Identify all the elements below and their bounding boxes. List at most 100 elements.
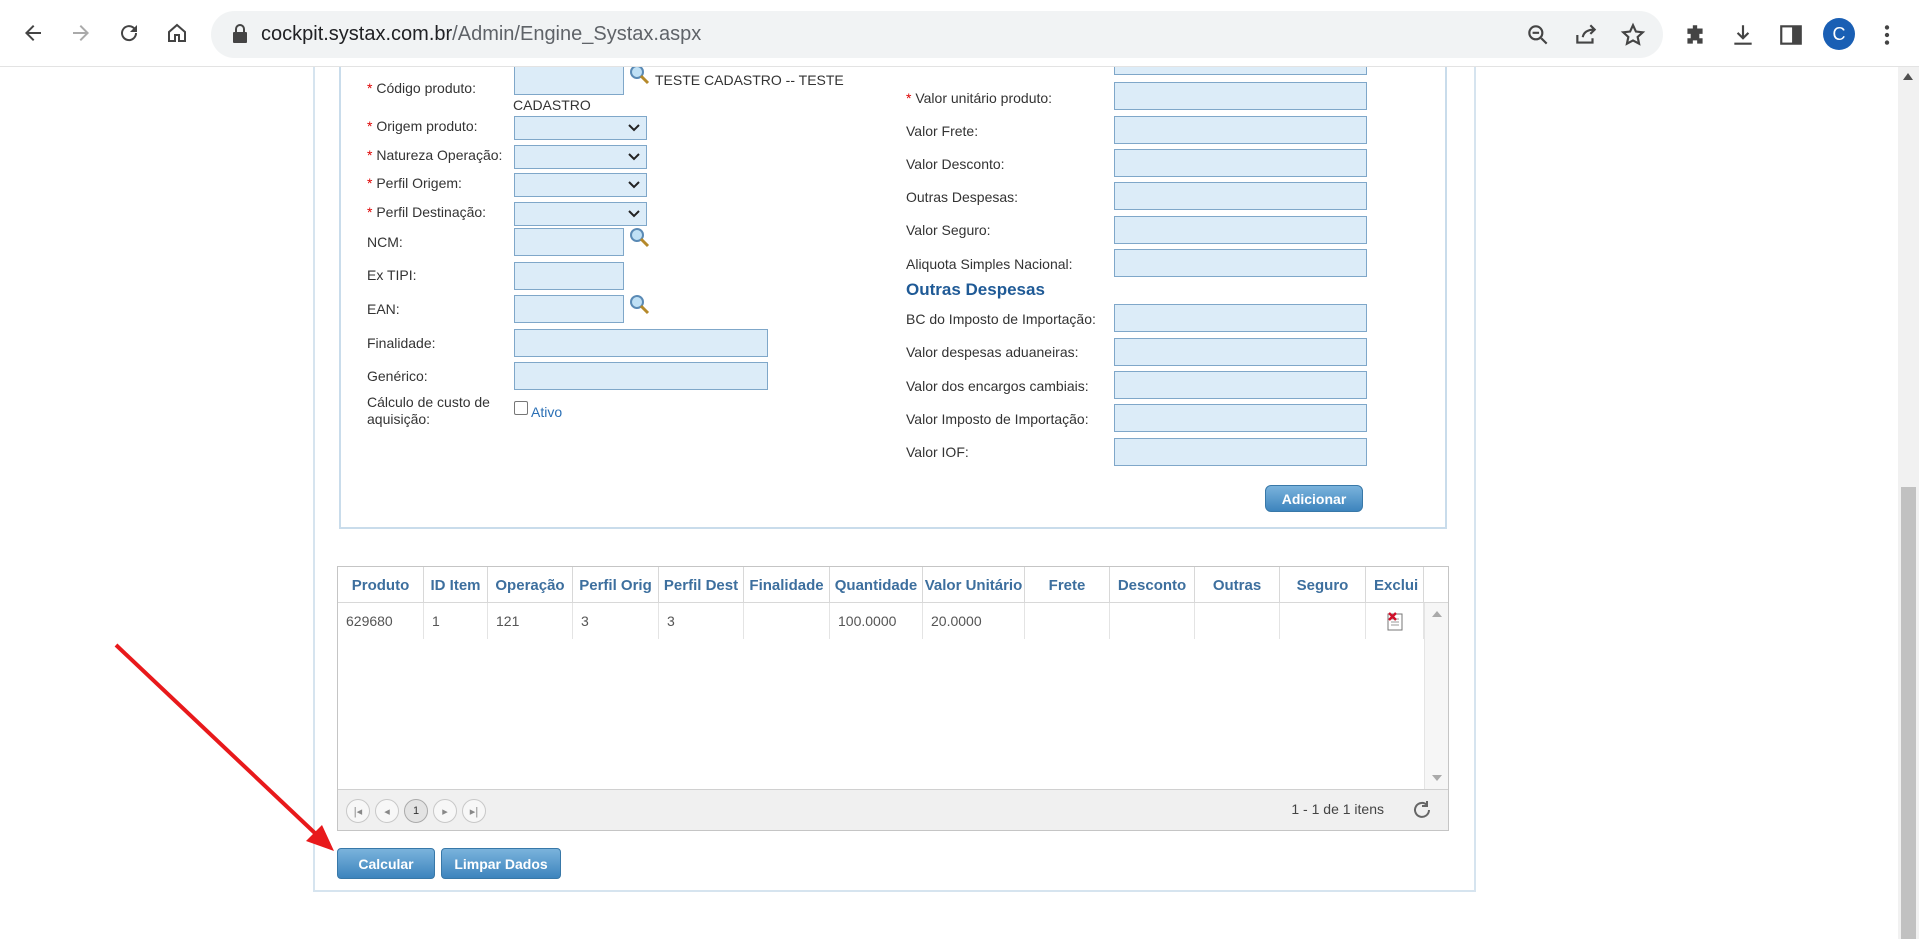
profile-avatar[interactable]: C	[1823, 18, 1855, 50]
search-codigo-produto-icon[interactable]	[629, 67, 651, 86]
page-number-button[interactable]: 1	[404, 799, 428, 823]
col-header-frete[interactable]: Frete	[1025, 567, 1110, 603]
valor-seguro-label: Valor Seguro:	[906, 222, 991, 238]
imposto-importacao-input[interactable]	[1114, 404, 1367, 432]
menu-kebab-icon[interactable]	[1874, 22, 1900, 48]
generico-label: Genérico:	[367, 368, 428, 384]
scroll-thumb[interactable]	[1901, 487, 1916, 939]
ativo-checkbox[interactable]	[514, 401, 528, 415]
lock-icon	[233, 24, 247, 43]
codigo-produto-desc-cont: CADASTRO	[513, 97, 591, 113]
codigo-produto-input[interactable]	[514, 67, 624, 95]
despesas-aduaneiras-input[interactable]	[1114, 338, 1367, 366]
zoom-out-icon[interactable]	[1525, 22, 1551, 48]
col-header-finalidade[interactable]: Finalidade	[744, 567, 830, 603]
back-icon[interactable]	[17, 17, 49, 49]
page-scrollbar[interactable]	[1898, 67, 1919, 939]
outras-despesas-input[interactable]	[1114, 182, 1367, 210]
adicionar-button[interactable]: Adicionar	[1265, 485, 1363, 512]
cell-desconto	[1110, 603, 1195, 639]
last-page-icon[interactable]: ▸|	[462, 799, 486, 823]
ean-input[interactable]	[514, 295, 624, 323]
share-icon[interactable]	[1573, 22, 1599, 48]
col-header-valor-unitario[interactable]: Valor Unitário	[923, 567, 1025, 603]
col-header-produto[interactable]: Produto	[338, 567, 424, 603]
valor-unitario-input[interactable]	[1114, 82, 1367, 110]
finalidade-input[interactable]	[514, 329, 768, 357]
prev-page-icon[interactable]: ◂	[375, 799, 399, 823]
natureza-operacao-label: * Natureza Operação:	[367, 147, 503, 163]
outras-despesas-label: Outras Despesas:	[906, 189, 1019, 205]
reload-icon[interactable]	[113, 17, 145, 49]
bc-importacao-label: BC do Imposto de Importação:	[906, 311, 1096, 327]
ncm-input[interactable]	[514, 228, 624, 256]
forward-icon[interactable]	[65, 17, 97, 49]
side-panel-icon[interactable]	[1778, 22, 1804, 48]
valor-iof-input[interactable]	[1114, 438, 1367, 466]
address-bar[interactable]: cockpit.systax.com.br/Admin/Engine_Systa…	[211, 11, 1663, 58]
delete-icon[interactable]	[1386, 611, 1404, 631]
col-header-perfil-dest[interactable]: Perfil Dest	[659, 567, 744, 603]
despesas-aduaneiras-label: Valor despesas aduaneiras:	[906, 344, 1079, 360]
aliquota-label: Aliquota Simples Nacional:	[906, 256, 1073, 272]
col-header-seguro[interactable]: Seguro	[1280, 567, 1366, 603]
outras-despesas-section-title: Outras Despesas	[906, 280, 1045, 299]
col-header-perfil-orig[interactable]: Perfil Orig	[573, 567, 659, 603]
scroll-down-arrow-icon[interactable]	[1432, 775, 1442, 781]
imposto-importacao-label: Valor Imposto de Importação:	[906, 411, 1089, 427]
origem-produto-select[interactable]	[514, 116, 647, 140]
next-page-icon[interactable]: ▸	[433, 799, 457, 823]
generico-input[interactable]	[514, 362, 768, 390]
calcular-button[interactable]: Calcular	[337, 848, 435, 879]
perfil-destinacao-select[interactable]	[514, 202, 647, 226]
items-grid: Produto ID Item Operação Perfil Orig Per…	[337, 566, 1449, 831]
encargos-cambiais-input[interactable]	[1114, 371, 1367, 399]
ex-tipi-input[interactable]	[514, 262, 624, 290]
natureza-operacao-select[interactable]	[514, 145, 647, 169]
col-header-quantidade[interactable]: Quantidade	[830, 567, 923, 603]
col-header-operacao[interactable]: Operação	[488, 567, 573, 603]
valor-seguro-input[interactable]	[1114, 216, 1367, 244]
page-content: * Código produto: TESTE CADASTRO -- TEST…	[0, 67, 1898, 939]
valor-unitario-label: * Valor unitário produto:	[906, 90, 1053, 106]
limpar-dados-button[interactable]: Limpar Dados	[441, 848, 561, 879]
home-icon[interactable]	[161, 17, 193, 49]
scroll-up-arrow-icon[interactable]	[1432, 611, 1442, 617]
bc-importacao-input[interactable]	[1114, 304, 1367, 332]
col-header-desconto[interactable]: Desconto	[1110, 567, 1195, 603]
grid-scrollbar[interactable]	[1424, 603, 1448, 789]
refresh-icon[interactable]	[1412, 800, 1432, 820]
search-ncm-icon[interactable]	[629, 227, 651, 249]
cell-operacao: 121	[488, 603, 573, 639]
valor-frete-input[interactable]	[1114, 116, 1367, 144]
cell-finalidade	[744, 603, 830, 639]
first-page-icon[interactable]: |◂	[346, 799, 370, 823]
origem-produto-label: * Origem produto:	[367, 118, 478, 134]
cell-outras	[1195, 603, 1280, 639]
bookmark-star-icon[interactable]	[1620, 22, 1646, 48]
grid-header: Produto ID Item Operação Perfil Orig Per…	[338, 567, 1448, 603]
cell-exclui	[1366, 603, 1424, 639]
aliquota-input[interactable]	[1114, 249, 1367, 277]
grid-pager: |◂ ◂ 1 ▸ ▸| 1 - 1 de 1 itens	[338, 789, 1448, 830]
cell-produto: 629680	[338, 603, 424, 639]
col-header-exclui[interactable]: Exclui	[1366, 567, 1424, 603]
ativo-label: Ativo	[531, 404, 563, 420]
valor-desconto-input[interactable]	[1114, 149, 1367, 177]
scroll-up-arrow-icon[interactable]	[1903, 73, 1913, 80]
col-header-outras[interactable]: Outras	[1195, 567, 1280, 603]
calculo-custo-label: Cálculo de custo de	[367, 394, 490, 410]
cell-perfil-dest: 3	[659, 603, 744, 639]
download-icon[interactable]	[1730, 22, 1756, 48]
col-header-id-item[interactable]: ID Item	[424, 567, 488, 603]
pager-info: 1 - 1 de 1 itens	[1291, 801, 1384, 817]
search-ean-icon[interactable]	[629, 294, 651, 316]
cell-quantidade: 100.0000	[830, 603, 923, 639]
url-text: cockpit.systax.com.br/Admin/Engine_Systa…	[261, 23, 702, 45]
finalidade-label: Finalidade:	[367, 335, 436, 351]
valor-desconto-label: Valor Desconto:	[906, 156, 1005, 172]
extensions-icon[interactable]	[1682, 22, 1708, 48]
top-clipped-input[interactable]	[1114, 67, 1367, 75]
perfil-origem-select[interactable]	[514, 173, 647, 197]
valor-iof-label: Valor IOF:	[906, 444, 969, 460]
